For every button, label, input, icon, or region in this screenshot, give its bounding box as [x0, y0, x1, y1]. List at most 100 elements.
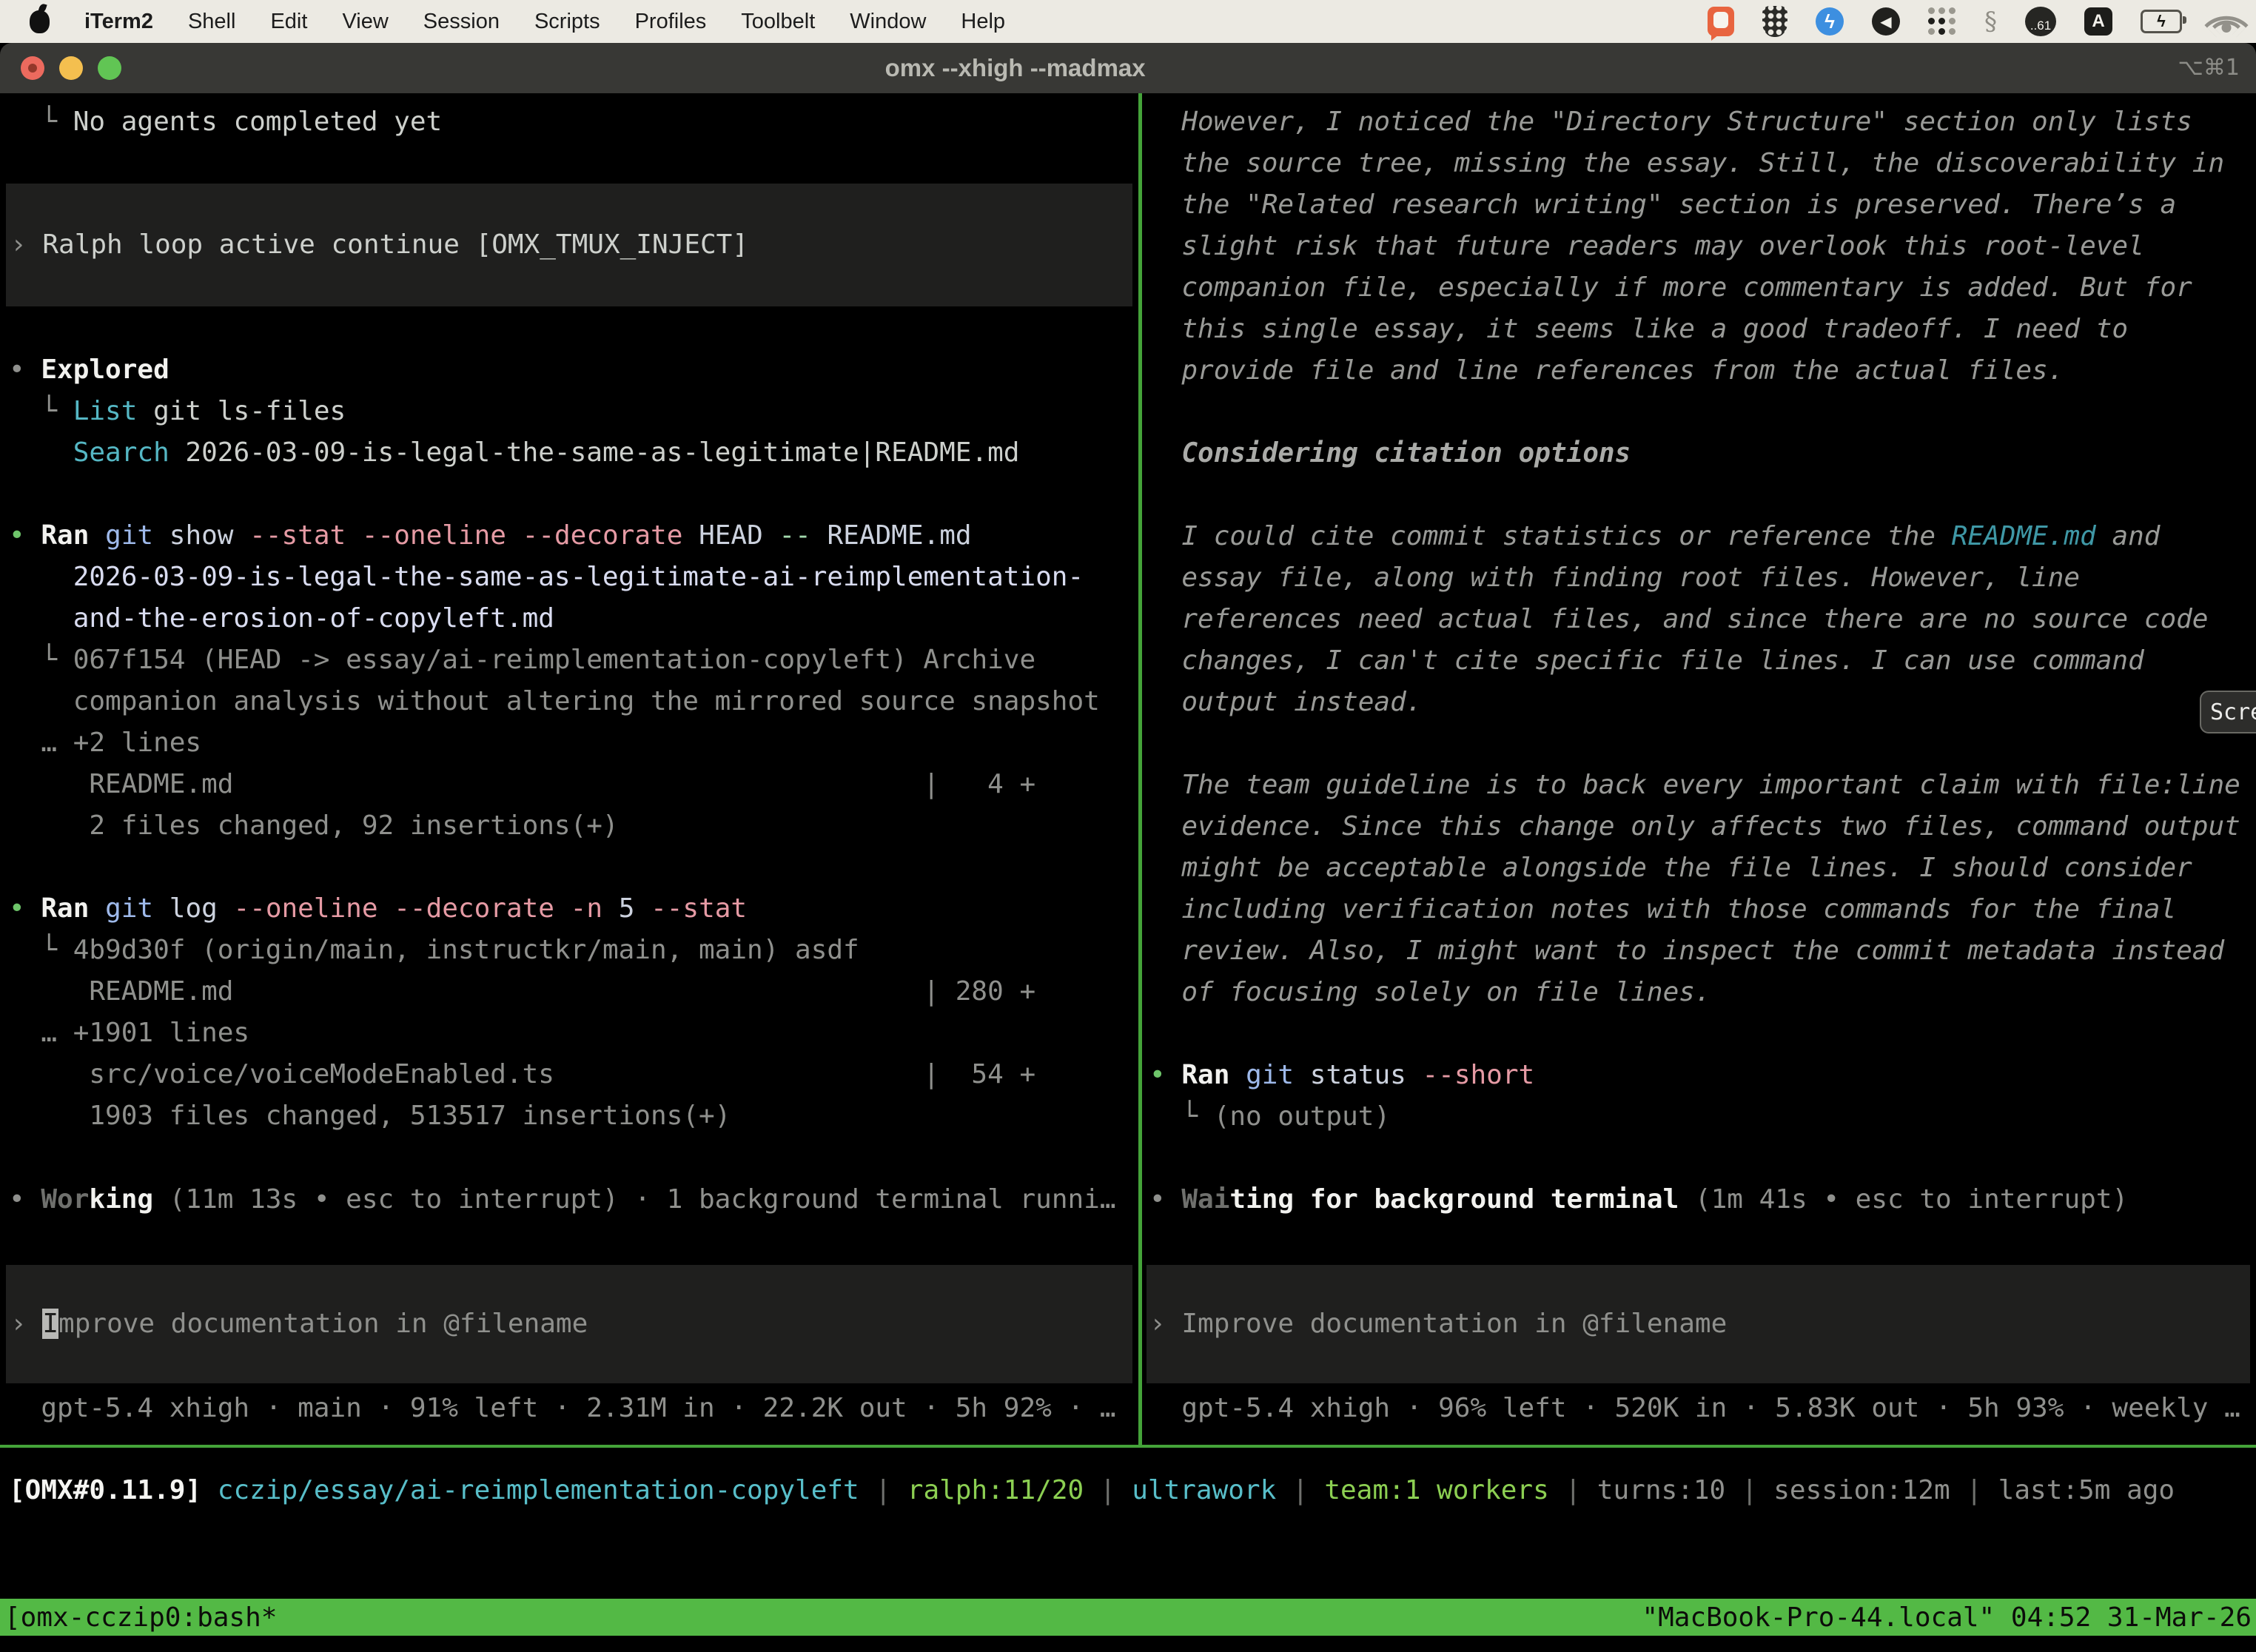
menu-item-app-name[interactable]: iTerm2: [84, 10, 153, 34]
badge-61-icon[interactable]: ..61: [2025, 7, 2056, 36]
text-segment: --decorate: [394, 893, 554, 924]
apple-logo-icon[interactable]: [30, 10, 50, 33]
dots-grid-icon[interactable]: [1928, 7, 1956, 36]
text-segment: Ran: [41, 520, 105, 551]
close-button[interactable]: [21, 56, 44, 80]
input-source-icon[interactable]: A: [2084, 7, 2112, 36]
text-segment: essay file, along with finding root file…: [1149, 563, 2080, 593]
left-pane-agents-note: └ No agents completed yet: [9, 101, 442, 143]
blue-bolt-icon[interactable]: ϟ: [1816, 7, 1844, 36]
text-segment: HEAD: [682, 520, 779, 551]
left-pane-inject-box[interactable]: › Ralph loop active continue [OMX_TMUX_I…: [6, 184, 1132, 306]
text-segment: 2026-03-09-is-legal-the-same-as-legitima…: [9, 562, 1084, 592]
terminal-line: [9, 847, 1100, 888]
menu-item-toolbelt[interactable]: Toolbelt: [741, 10, 815, 34]
text-segment: List: [73, 396, 138, 426]
text-segment: [346, 520, 362, 551]
omx-status-line: [OMX#0.11.9] cczip/essay/ai-reimplementa…: [9, 1470, 2175, 1511]
pane-divider-vertical[interactable]: [1138, 93, 1142, 1445]
left-pane-transcript: • Explored └ List git ls-files Search 20…: [9, 349, 1100, 1137]
terminal-line: [1149, 474, 2240, 516]
terminal-line: Search 2026-03-09-is-legal-the-same-as-l…: [9, 432, 1100, 474]
text-segment: README.md | 280 +: [9, 976, 1035, 1007]
text-segment: including verification notes with those …: [1149, 894, 2176, 924]
terminal-line: Considering citation options: [1149, 433, 2240, 474]
battery-charging-icon[interactable]: ϟ: [2141, 10, 2182, 33]
text-segment: -n: [571, 893, 602, 924]
terminal-line: this single essay, it seems like a good …: [1149, 309, 2240, 350]
text-segment: 4b9d30f (origin/main, instructkr/main, m…: [73, 935, 859, 965]
text-segment: 2 files changed, 92 insertions(+): [9, 810, 619, 841]
arc-browser-icon[interactable]: ◀: [1872, 7, 1900, 36]
text-segment: [201, 1475, 218, 1505]
text-segment: ultrawork: [1132, 1475, 1276, 1505]
text-segment: (1m 41s • esc to interrupt): [1679, 1184, 2128, 1215]
terminal-line: [OMX#0.11.9] cczip/essay/ai-reimplementa…: [9, 1470, 2175, 1511]
terminal-line: └ 067f154 (HEAD -> essay/ai-reimplementa…: [9, 639, 1100, 681]
text-segment: README.md: [1952, 521, 2096, 551]
terminal-line: companion file, especially if more comme…: [1149, 267, 2240, 309]
menu-item-scripts[interactable]: Scripts: [534, 10, 600, 34]
menu-item-session[interactable]: Session: [423, 10, 500, 34]
menu-item-shell[interactable]: Shell: [188, 10, 236, 34]
right-pane-transcript: However, I noticed the "Directory Struct…: [1149, 101, 2240, 1138]
minimize-button[interactable]: [59, 56, 83, 80]
terminal-line: the source tree, missing the essay. Stil…: [1149, 143, 2240, 184]
terminal-line: └ (no output): [1149, 1096, 2240, 1138]
text-segment: log: [153, 893, 233, 924]
terminal-line: review. Also, I might want to inspect th…: [1149, 930, 2240, 972]
right-pane-prompt-input[interactable]: › Improve documentation in @filename: [1147, 1265, 2250, 1383]
left-pane-status-line: gpt-5.4 xhigh · main · 91% left · 2.31M …: [9, 1388, 1116, 1429]
macos-menu-bar: iTerm2 Shell Edit View Session Scripts Profil…: [0, 0, 2256, 43]
squiggle-icon[interactable]: §: [1984, 7, 1997, 36]
text-segment: --oneline: [362, 520, 506, 551]
text-segment: └: [9, 645, 73, 675]
window-title: omx --xhigh --madmax: [885, 43, 1146, 93]
text-segment: ting for background terminal: [1229, 1184, 1679, 1215]
text-segment: --stat: [249, 520, 346, 551]
prompt-placeholder: Improve documentation in @filename: [1181, 1309, 1727, 1339]
text-segment: Considering citation options: [1149, 438, 1631, 469]
right-pane-waiting-status: • Waiting for background terminal (1m 41…: [1149, 1179, 2128, 1220]
text-segment: this single essay, it seems like a good …: [1149, 314, 2128, 344]
text-segment: --stat: [651, 893, 747, 924]
menu-items: Shell Edit View Session Scripts Profiles Toolb…: [188, 10, 1005, 34]
screen-record-icon[interactable]: [1708, 7, 1734, 36]
wifi-icon[interactable]: [2210, 10, 2243, 33]
text-segment: No agents completed yet: [73, 107, 443, 137]
text-segment: cczip/essay/ai-reimplementation-copyleft: [218, 1475, 859, 1505]
text-segment: [OMX#0.11.9]: [9, 1475, 201, 1505]
terminal-line: [9, 474, 1100, 515]
menu-item-edit[interactable]: Edit: [270, 10, 307, 34]
terminal-line: [1149, 1013, 2240, 1055]
menu-item-window[interactable]: Window: [850, 10, 926, 34]
shield-grid-icon[interactable]: [1762, 6, 1787, 37]
terminal-line: of focusing solely on file lines.: [1149, 972, 2240, 1013]
text-segment: (no output): [1214, 1101, 1390, 1132]
text-segment: |: [1276, 1475, 1324, 1505]
terminal-line: references need actual files, and since …: [1149, 599, 2240, 640]
screen-overlay-tab[interactable]: Scre: [2200, 691, 2256, 733]
terminal-line: 1903 files changed, 513517 insertions(+): [9, 1095, 1100, 1137]
terminal-line: • Ran git log --oneline --decorate -n 5 …: [9, 888, 1100, 930]
text-segment: companion file, especially if more comme…: [1149, 272, 2192, 303]
text-segment: … +1901 lines: [9, 1018, 249, 1048]
text-segment: git: [105, 520, 153, 551]
menu-item-help[interactable]: Help: [961, 10, 1005, 34]
text-segment: •: [9, 520, 41, 551]
text-segment: README.md | 4 +: [9, 769, 1035, 799]
text-segment: last:5m ago: [1998, 1475, 2175, 1505]
text-segment: Ran: [1181, 1060, 1246, 1090]
terminal-line: src/voice/voiceModeEnabled.ts | 54 +: [9, 1054, 1100, 1095]
left-pane-prompt-input[interactable]: › Improve documentation in @filename: [6, 1265, 1132, 1383]
menu-item-view[interactable]: View: [342, 10, 388, 34]
terminal-line: › Ralph loop active continue [OMX_TMUX_I…: [10, 224, 748, 266]
right-pane-status-line: gpt-5.4 xhigh · 96% left · 520K in · 5.8…: [1149, 1388, 2240, 1429]
text-segment: └: [9, 396, 73, 426]
menu-item-profiles[interactable]: Profiles: [635, 10, 707, 34]
zoom-button[interactable]: [98, 56, 121, 80]
terminal-line: 2 files changed, 92 insertions(+): [9, 805, 1100, 847]
text-segment: Explored: [41, 355, 169, 385]
left-pane-working-status: • Working (11m 13s • esc to interrupt) ·…: [9, 1179, 1116, 1220]
text-segment: └: [1149, 1101, 1214, 1132]
